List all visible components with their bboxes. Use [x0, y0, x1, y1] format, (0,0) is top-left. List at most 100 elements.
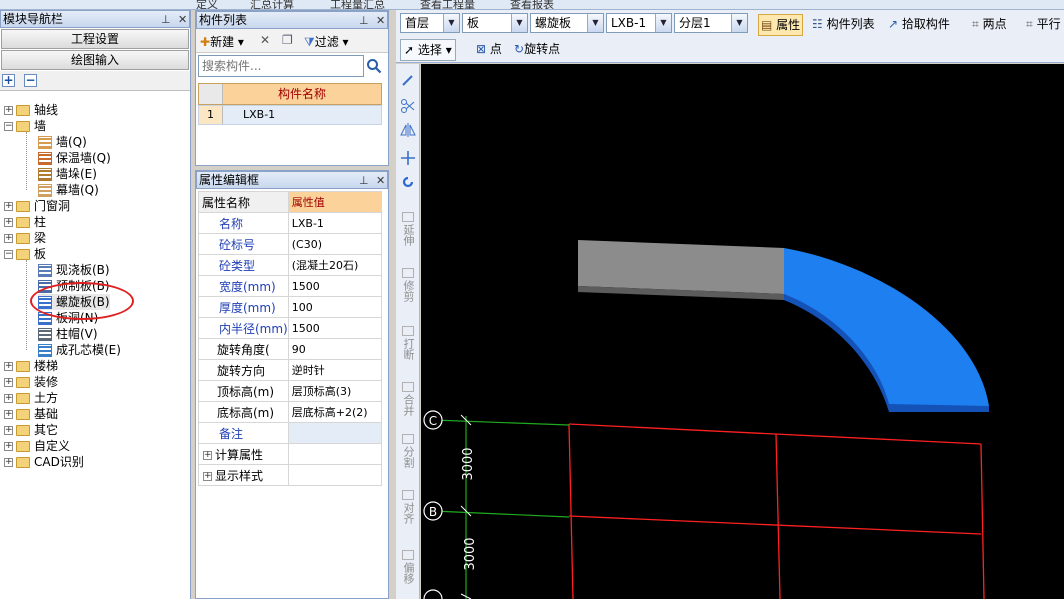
property-value[interactable]: 100: [287, 296, 383, 318]
tree-folder[interactable]: − 墙: [4, 118, 46, 134]
rotate-icon[interactable]: [400, 174, 416, 190]
tree-folder[interactable]: + 基础: [4, 406, 58, 422]
type-select[interactable]: 板 ▼: [462, 13, 528, 33]
close-icon[interactable]: ✕: [376, 13, 385, 28]
property-value[interactable]: 1500: [287, 275, 383, 297]
quantity-sum-button[interactable]: 工程量汇总: [330, 0, 385, 9]
property-value[interactable]: [287, 422, 383, 444]
property-group-row[interactable]: + 显示样式: [198, 464, 383, 486]
close-icon[interactable]: ✕: [178, 12, 187, 27]
tree-folder[interactable]: + 装修: [4, 374, 58, 390]
expand-icon[interactable]: +: [4, 218, 13, 227]
brush-icon[interactable]: [400, 72, 416, 88]
pick-component-button[interactable]: ↗ 拾取构件: [888, 14, 950, 34]
search-icon[interactable]: [366, 58, 382, 74]
delete-icon[interactable]: ✕: [260, 33, 270, 47]
spiral-slab[interactable]: [578, 240, 989, 412]
expand-icon[interactable]: +: [203, 450, 212, 460]
pin-icon[interactable]: ⊥: [161, 12, 171, 27]
property-value[interactable]: 1500: [287, 317, 383, 339]
draw-input-button[interactable]: 绘图输入: [1, 50, 189, 70]
expand-icon[interactable]: +: [4, 202, 13, 211]
expand-icon[interactable]: +: [203, 471, 212, 481]
tree-folder[interactable]: + 自定义: [4, 438, 70, 454]
property-row[interactable]: 旋转方向 逆时针: [198, 359, 383, 381]
move-icon[interactable]: [400, 150, 416, 166]
search-input[interactable]: [198, 55, 364, 77]
tree-folder[interactable]: − 板: [4, 246, 46, 262]
expand-icon[interactable]: +: [4, 442, 13, 451]
tool-0-button[interactable]: 延伸: [398, 212, 418, 246]
expand-icon[interactable]: +: [4, 106, 13, 115]
collapse-icon[interactable]: −: [4, 122, 13, 131]
expand-all-icon[interactable]: +: [2, 74, 15, 87]
select-button[interactable]: ➚ 选择 ▾: [400, 39, 456, 61]
property-row[interactable]: 旋转角度(90: [198, 338, 383, 360]
property-row[interactable]: 底标高(m) 层底标高+2(2): [198, 401, 383, 423]
subtype-select[interactable]: 螺旋板 ▼: [530, 13, 604, 33]
property-value[interactable]: 层底标高+2(2): [287, 401, 383, 423]
tree-folder[interactable]: + CAD识别: [4, 454, 84, 470]
tree-folder[interactable]: + 梁: [4, 230, 46, 246]
tool-1-button[interactable]: 修剪: [398, 268, 418, 302]
property-value[interactable]: 逆时针: [287, 359, 383, 381]
expand-icon[interactable]: +: [4, 458, 13, 467]
expand-icon[interactable]: +: [4, 426, 13, 435]
tree-item[interactable]: 墙垛(E): [38, 166, 97, 182]
view-quantity-button[interactable]: 查看工程量: [420, 0, 475, 9]
property-value[interactable]: (C30): [287, 233, 383, 255]
collapse-all-icon[interactable]: −: [24, 74, 37, 87]
property-row[interactable]: 内半径(mm) 1500: [198, 317, 383, 339]
tree-folder[interactable]: + 柱: [4, 214, 46, 230]
expand-icon[interactable]: +: [4, 362, 13, 371]
property-row[interactable]: 厚度(mm) 100: [198, 296, 383, 318]
tree-item[interactable]: 幕墙(Q): [38, 182, 99, 198]
copy-icon[interactable]: ❐: [282, 33, 293, 47]
floor-select[interactable]: 首层 ▼: [400, 13, 460, 33]
tool-3-button[interactable]: 合并: [398, 382, 418, 416]
property-row[interactable]: 顶标高(m) 层顶标高(3): [198, 380, 383, 402]
expand-icon[interactable]: +: [4, 394, 13, 403]
tree-folder[interactable]: + 土方: [4, 390, 58, 406]
property-row[interactable]: 备注: [198, 422, 383, 444]
property-row[interactable]: 砼标号 (C30): [198, 233, 383, 255]
property-row[interactable]: 砼类型 (混凝土20石): [198, 254, 383, 276]
filter-button[interactable]: ⧩过滤 ▾: [304, 33, 349, 50]
tree-item[interactable]: 墙(Q): [38, 134, 87, 150]
mirror-icon[interactable]: [400, 122, 416, 138]
column-name-header[interactable]: 构件名称: [223, 84, 381, 104]
view-report-button[interactable]: 查看报表: [510, 0, 554, 9]
expand-icon[interactable]: +: [4, 234, 13, 243]
property-value[interactable]: 90: [287, 338, 383, 360]
tool-4-button[interactable]: 分割: [398, 434, 418, 468]
calc-button[interactable]: 汇总计算: [250, 0, 294, 9]
tree-item[interactable]: 现浇板(B): [38, 262, 110, 278]
tree-folder[interactable]: + 楼梯: [4, 358, 58, 374]
table-row[interactable]: 1 LXB-1: [198, 105, 382, 125]
scissors-icon[interactable]: [400, 98, 416, 114]
tree-item[interactable]: 保温墙(Q): [38, 150, 111, 166]
pin-icon[interactable]: ⊥: [359, 173, 369, 188]
drawing-canvas[interactable]: C B 3000 3000: [421, 64, 1064, 599]
layer-select[interactable]: 分层1 ▼: [674, 13, 748, 33]
tool-6-button[interactable]: 偏移: [398, 550, 418, 584]
rotate-point-button[interactable]: ↻旋转点: [514, 39, 560, 59]
tree-folder[interactable]: + 其它: [4, 422, 58, 438]
tool-2-button[interactable]: 打断: [398, 326, 418, 360]
property-value[interactable]: LXB-1: [287, 212, 383, 234]
component-select[interactable]: LXB-1 ▼: [606, 13, 672, 33]
attribute-button[interactable]: ▤ 属性: [758, 14, 804, 36]
expand-icon[interactable]: +: [4, 410, 13, 419]
new-button[interactable]: ✚新建 ▾: [200, 33, 244, 50]
tree-item[interactable]: 柱帽(V): [38, 326, 98, 342]
tree-folder[interactable]: + 轴线: [4, 102, 58, 118]
pin-icon[interactable]: ⊥: [359, 13, 369, 28]
parallel-button[interactable]: ⌗ 平行: [1026, 14, 1061, 34]
expand-icon[interactable]: +: [4, 378, 13, 387]
project-settings-button[interactable]: 工程设置: [1, 29, 189, 49]
two-point-button[interactable]: ⌗ 两点: [972, 14, 1007, 34]
property-value[interactable]: (混凝土20石): [287, 254, 383, 276]
property-row[interactable]: 名称 LXB-1: [198, 212, 383, 234]
point-button[interactable]: ⊠ 点: [476, 39, 502, 59]
property-value[interactable]: 层顶标高(3): [287, 380, 383, 402]
